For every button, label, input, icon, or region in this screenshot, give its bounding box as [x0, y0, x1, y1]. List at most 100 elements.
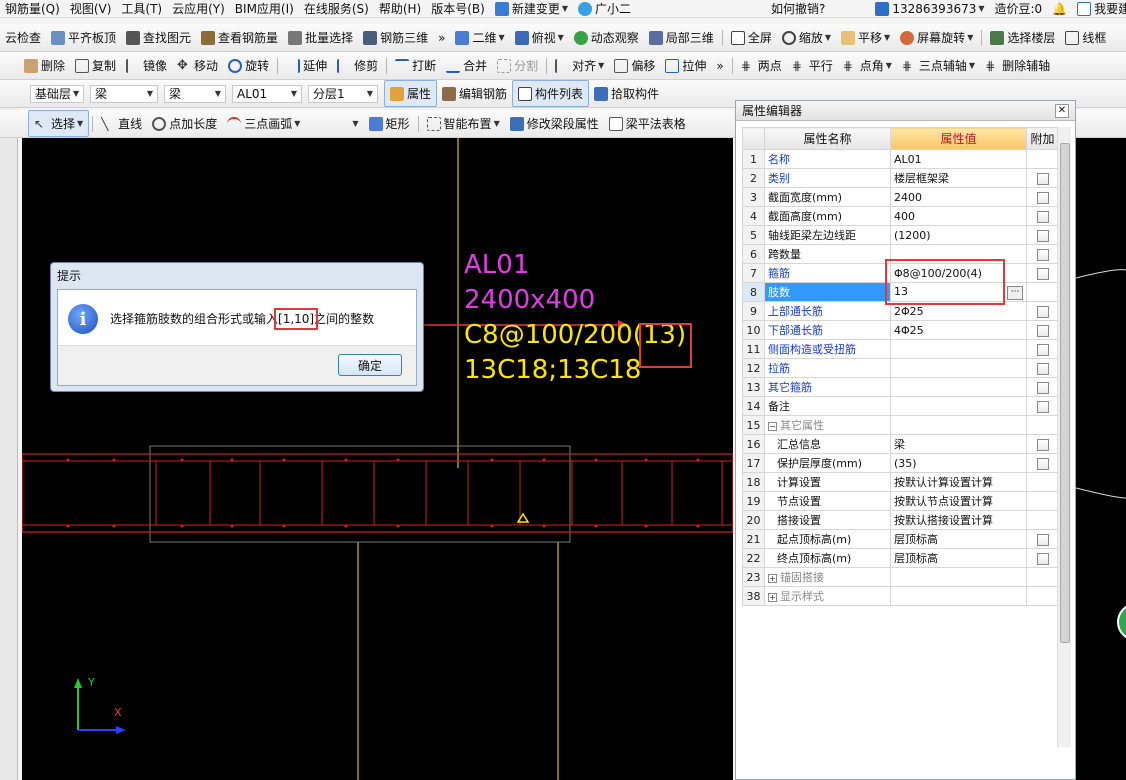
property-row[interactable]: 20 搭接设置 按默认搭接设置计算: [742, 510, 1059, 530]
tool-mirror[interactable]: 镜像: [121, 52, 172, 79]
property-row[interactable]: 5 轴线距梁左边线距 (1200): [742, 225, 1059, 245]
drawing-canvas[interactable]: AL01 2400x400 C8@100/200(13) 13C18;13C18…: [22, 138, 733, 780]
tool-smart-layout[interactable]: 智能布置 ▼: [422, 110, 505, 137]
property-row[interactable]: 19 节点设置 按默认节点设置计算: [742, 491, 1059, 511]
tool-merge[interactable]: 合并: [441, 52, 492, 79]
property-value[interactable]: [890, 586, 1027, 606]
property-value[interactable]: 2400: [890, 187, 1027, 207]
property-value[interactable]: (35): [890, 453, 1027, 473]
extra-checkbox[interactable]: [1036, 362, 1049, 375]
property-value[interactable]: AL01: [890, 149, 1027, 169]
tool-wireframe[interactable]: 线框: [1060, 24, 1111, 51]
property-row[interactable]: 17 保护层厚度(mm) (35): [742, 453, 1059, 473]
menu-online[interactable]: 在线服务(S): [299, 0, 374, 17]
property-row[interactable]: 1 名称 AL01: [742, 149, 1059, 169]
tool-split[interactable]: 分割: [492, 52, 543, 79]
scrollbar-thumb[interactable]: [1060, 143, 1070, 643]
property-row[interactable]: 16 汇总信息 梁: [742, 434, 1059, 454]
tool-rotate[interactable]: 旋转: [223, 52, 274, 79]
component-list-button[interactable]: 构件列表: [512, 80, 590, 107]
tool-rebar-3d[interactable]: 钢筋三维: [358, 24, 433, 51]
tool-fullscreen[interactable]: 全屏: [726, 24, 777, 51]
property-row[interactable]: 21 起点顶标高(m) 层顶标高: [742, 529, 1059, 549]
property-row[interactable]: 13 其它箍筋: [742, 377, 1059, 397]
extra-checkbox[interactable]: [1036, 552, 1049, 565]
ok-button[interactable]: 确定: [338, 354, 402, 376]
extra-checkbox[interactable]: [1036, 267, 1049, 280]
extra-checkbox[interactable]: [1036, 210, 1049, 223]
floor-select[interactable]: 基础层 ▼: [30, 84, 84, 103]
tool-three-point-axis[interactable]: ⋕ 三点辅轴 ▼: [897, 52, 980, 79]
property-value[interactable]: 4Φ25: [890, 320, 1027, 340]
tool-stretch[interactable]: 拉伸: [660, 52, 711, 79]
tool-select[interactable]: ↖ 选择 ▼: [28, 110, 90, 137]
bell-icon[interactable]: 🔔: [1047, 0, 1072, 17]
property-value[interactable]: [890, 339, 1027, 359]
extra-checkbox[interactable]: [1036, 172, 1049, 185]
extra-checkbox[interactable]: [1036, 343, 1049, 356]
tool-pan[interactable]: 平移 ▼: [836, 24, 895, 51]
menu-version[interactable]: 版本号(B): [426, 0, 490, 17]
menu-bim[interactable]: BIM应用(I): [230, 0, 299, 17]
property-value[interactable]: 400: [890, 206, 1027, 226]
tool-point-angle[interactable]: ⋕ 点角 ▼: [838, 52, 897, 79]
property-row[interactable]: 12 拉筋: [742, 358, 1059, 378]
extra-checkbox[interactable]: [1036, 229, 1049, 242]
property-value[interactable]: 层顶标高: [890, 529, 1027, 549]
extra-checkbox[interactable]: [1036, 305, 1049, 318]
property-row[interactable]: 15− 其它属性: [742, 415, 1059, 435]
menu-new-change[interactable]: 新建变更 ▼: [490, 0, 573, 17]
tool-select-floor[interactable]: 选择楼层: [985, 24, 1060, 51]
property-value[interactable]: [890, 358, 1027, 378]
extra-checkbox[interactable]: [1036, 324, 1049, 337]
tool-zoom[interactable]: 缩放 ▼: [777, 24, 836, 51]
extra-checkbox[interactable]: [1036, 248, 1049, 261]
menu-rebar[interactable]: 钢筋量(Q): [0, 0, 65, 17]
component-select[interactable]: AL01 ▼: [232, 84, 302, 103]
tool-modify-beam-segment[interactable]: 修改梁段属性: [505, 110, 604, 137]
tool-parallel[interactable]: ⋕ 平行: [787, 52, 838, 79]
property-value[interactable]: [890, 415, 1027, 435]
property-scrollbar[interactable]: [1057, 127, 1071, 747]
close-icon[interactable]: ✕: [1055, 103, 1069, 118]
drawing-canvas-right[interactable]: [1076, 138, 1126, 780]
layer-select[interactable]: 分层1 ▼: [308, 84, 378, 103]
tool-move[interactable]: ✥ 移动: [172, 52, 223, 79]
tool-rotate-screen[interactable]: 屏幕旋转 ▼: [895, 24, 978, 51]
edit-rebar-button[interactable]: 编辑钢筋: [437, 80, 512, 107]
type1-select[interactable]: 梁 ▼: [90, 84, 158, 103]
tool-delete[interactable]: 删除: [0, 52, 70, 79]
tool-two-points[interactable]: ⋕ 两点: [736, 52, 787, 79]
dropdown-arrow[interactable]: ▼: [345, 110, 363, 137]
menu-view[interactable]: 视图(V): [65, 0, 117, 17]
menu-help[interactable]: 帮助(H): [374, 0, 426, 17]
tool-top-view[interactable]: 俯视 ▼: [510, 24, 569, 51]
expand-icon[interactable]: +: [768, 592, 777, 602]
tool-2d[interactable]: 二维 ▼: [450, 24, 509, 51]
type2-select[interactable]: 梁 ▼: [164, 84, 226, 103]
help-prompt[interactable]: 如何撤销?: [766, 0, 830, 17]
tool-delete-axis[interactable]: ⋕ 删除辅轴: [980, 52, 1055, 79]
property-value[interactable]: 按默认节点设置计算: [890, 491, 1027, 511]
ellipsis-button[interactable]: ···: [1007, 285, 1023, 300]
menu-cloud[interactable]: 云应用(Y): [167, 0, 230, 17]
more-chevron-icon[interactable]: »: [433, 24, 450, 51]
extra-checkbox[interactable]: [1036, 457, 1049, 470]
tool-local-3d[interactable]: 局部三维: [644, 24, 719, 51]
property-row[interactable]: 11 侧面构造或受扭筋: [742, 339, 1059, 359]
tool-offset[interactable]: 偏移: [609, 52, 660, 79]
menu-tools[interactable]: 工具(T): [116, 0, 167, 17]
property-value[interactable]: 梁: [890, 434, 1027, 454]
property-value[interactable]: [890, 567, 1027, 587]
tool-find-element[interactable]: 查找图元: [121, 24, 196, 51]
tool-orbit[interactable]: 动态观察: [569, 24, 644, 51]
property-row[interactable]: 38 + 显示样式: [742, 586, 1059, 606]
properties-button[interactable]: 属性: [384, 80, 438, 107]
tool-line[interactable]: ╲ 直线: [96, 110, 147, 137]
tool-break[interactable]: 打断: [390, 52, 441, 79]
tool-view-rebar-qty[interactable]: 查看钢筋量: [196, 24, 283, 51]
tool-trim[interactable]: 修剪: [332, 52, 383, 79]
extra-checkbox[interactable]: [1036, 438, 1049, 451]
extra-checkbox[interactable]: [1036, 400, 1049, 413]
property-row[interactable]: 18 计算设置 按默认计算设置计算: [742, 472, 1059, 492]
